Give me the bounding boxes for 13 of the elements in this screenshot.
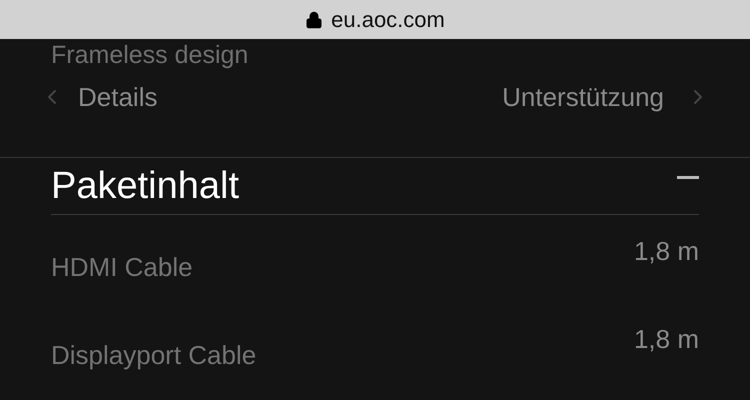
item-label: Displayport Cable xyxy=(51,339,256,370)
section-title: Paketinhalt xyxy=(51,167,240,205)
feature-text: Frameless design xyxy=(51,41,248,69)
collapse-icon xyxy=(677,176,699,178)
item-value: 1,8 m xyxy=(634,323,699,354)
url-text: eu.aoc.com xyxy=(331,6,445,34)
item-value: 1,8 m xyxy=(634,235,699,266)
next-link[interactable]: Unterstützung xyxy=(502,78,710,116)
address-bar[interactable]: eu.aoc.com xyxy=(0,0,750,39)
item-label: HDMI Cable xyxy=(51,251,193,282)
lock-icon xyxy=(305,10,324,28)
section-header[interactable]: Paketinhalt xyxy=(51,158,699,215)
previous-link[interactable]: Details xyxy=(40,78,158,116)
